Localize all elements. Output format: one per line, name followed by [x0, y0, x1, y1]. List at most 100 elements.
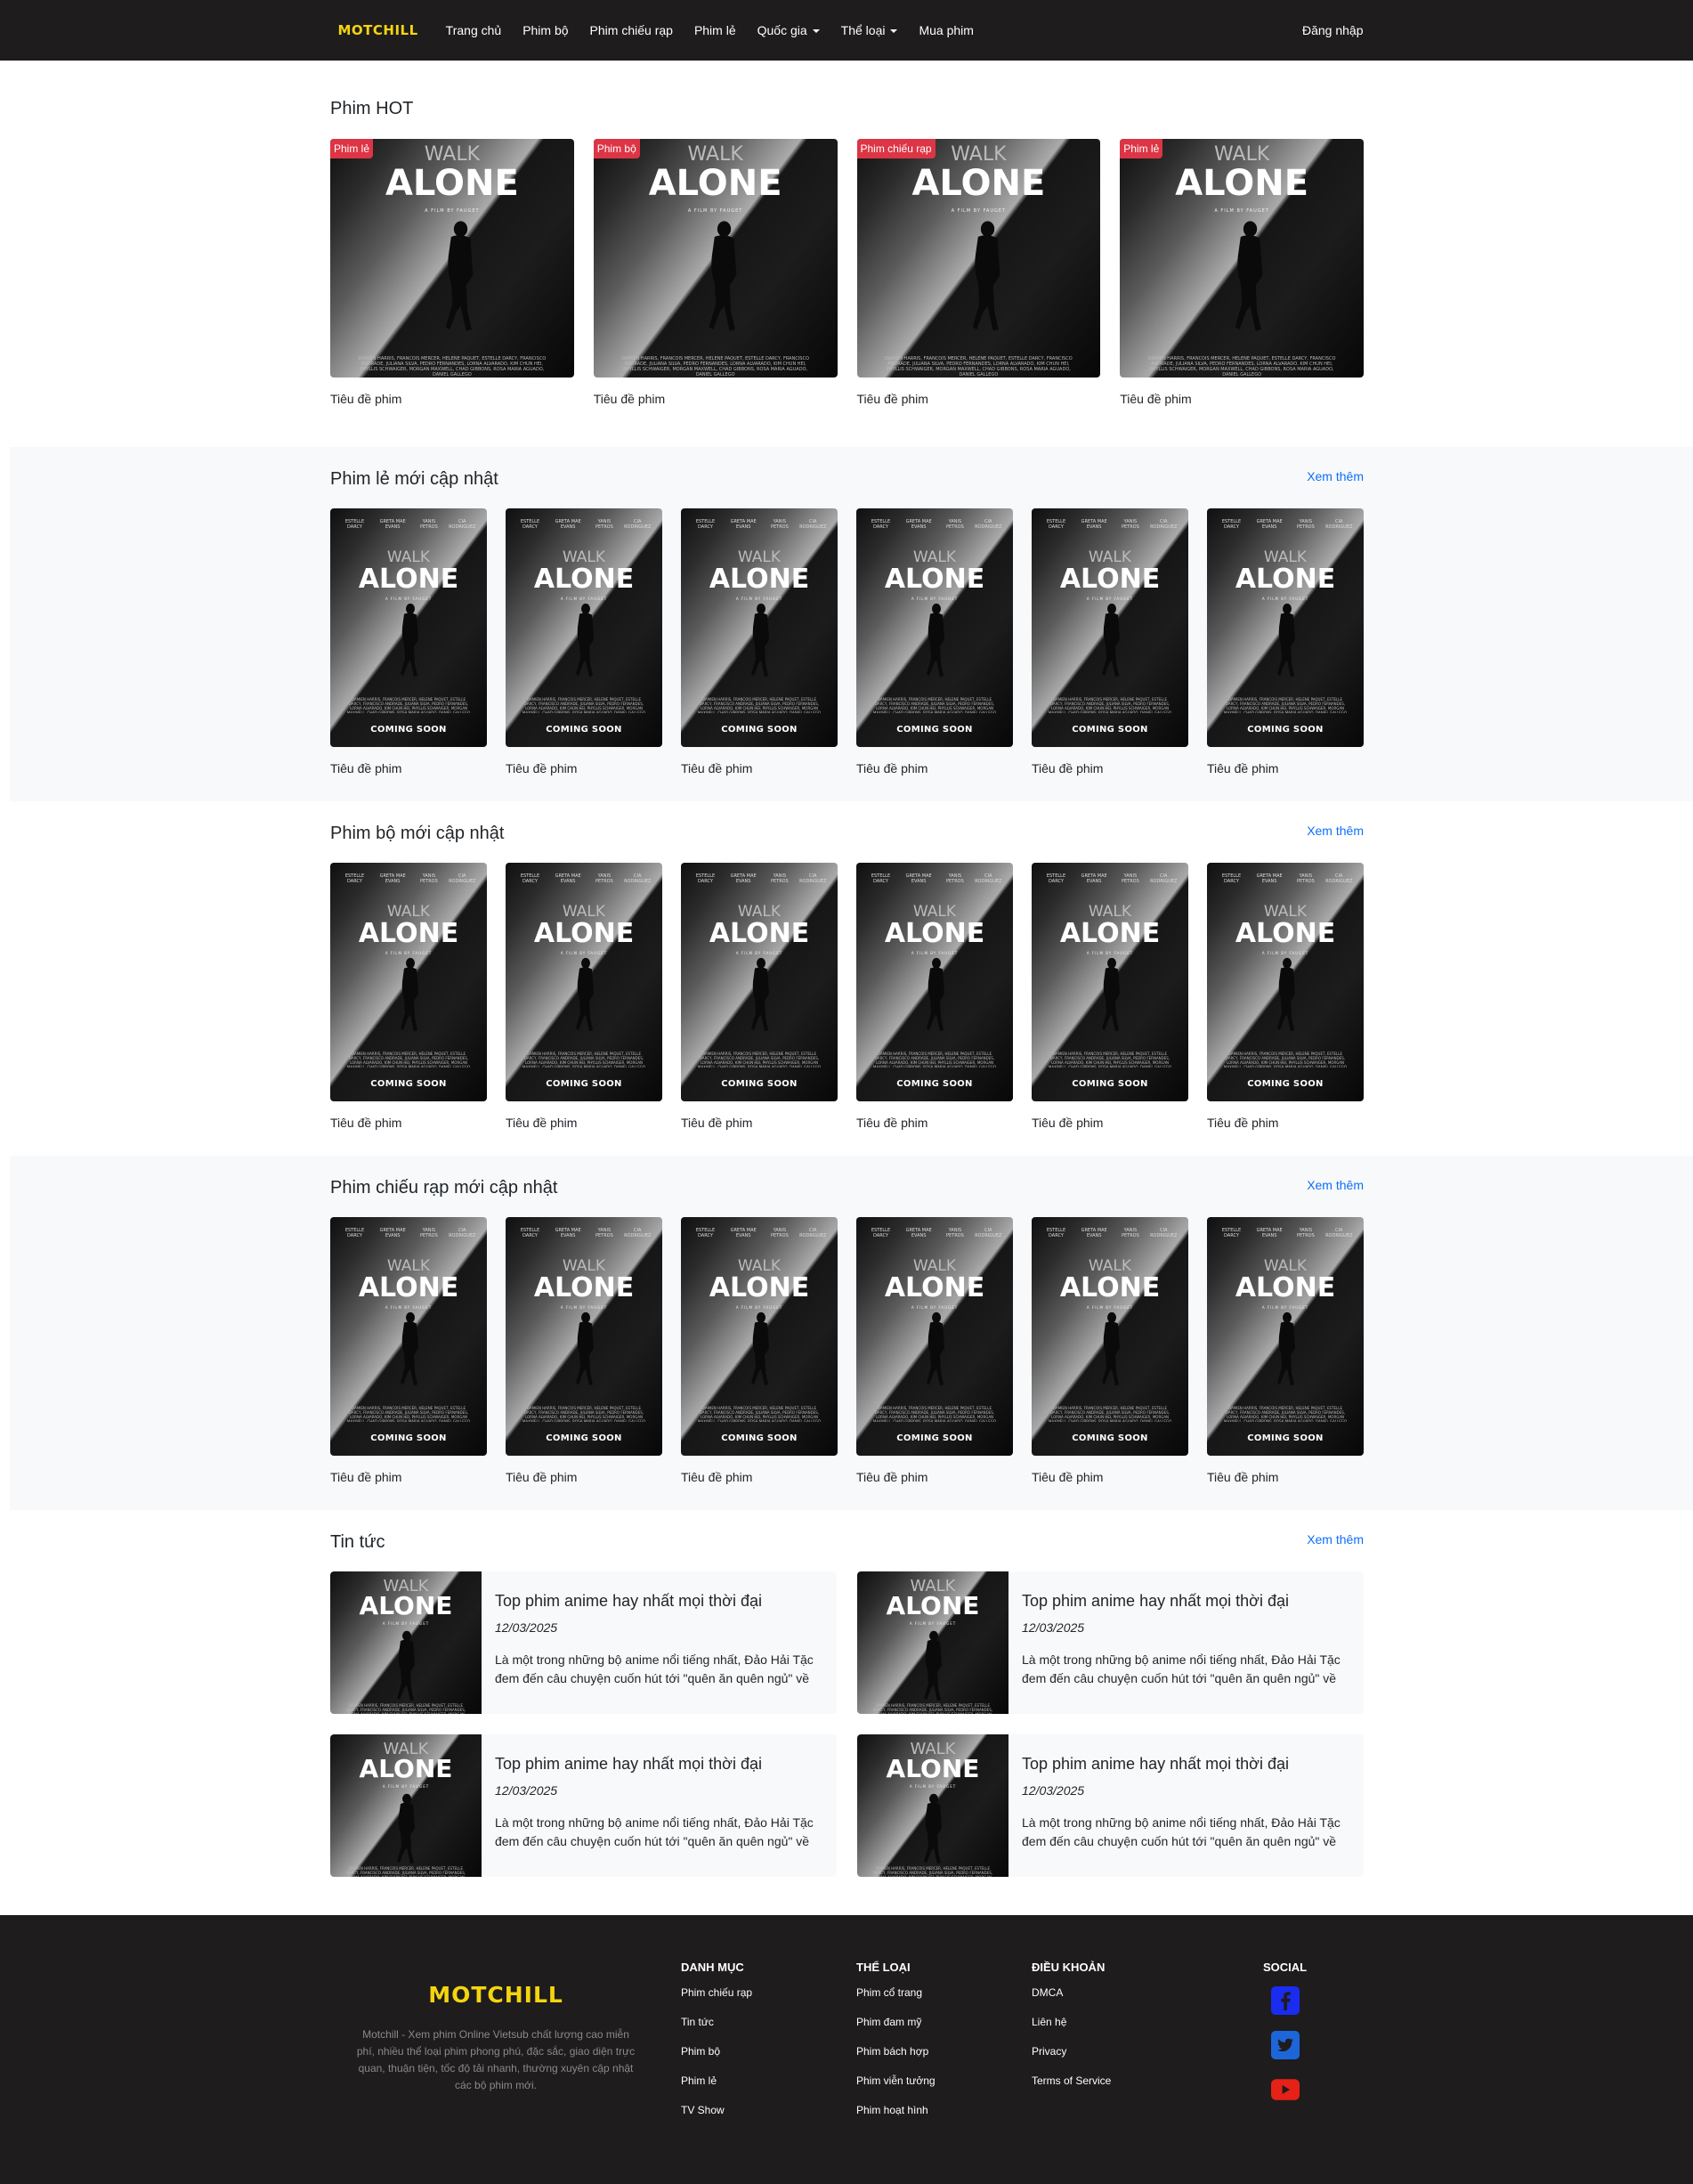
- movie-title[interactable]: Tiêu đề phim: [856, 761, 1013, 775]
- movie-title[interactable]: Tiêu đề phim: [856, 1470, 1013, 1484]
- movie-card[interactable]: ESTELLE DARCY GRETA MAE EVANS YANIS PETROS…: [1207, 863, 1364, 1130]
- footer-link[interactable]: Phim cổ trang: [856, 1986, 936, 2000]
- movie-poster[interactable]: ESTELLE DARCY GRETA MAE EVANS YANIS PETROS…: [1032, 1217, 1188, 1456]
- movie-poster[interactable]: ESTELLE DARCY GRETA MAE EVANS YANIS PETROS…: [856, 508, 1013, 747]
- movie-poster[interactable]: Phim lẻ WALK ALONE A FILM BY FAUGET DAMIEN H…: [1120, 139, 1364, 378]
- movie-poster[interactable]: Phim bộ WALK ALONE A FILM BY FAUGET DAMIEN H…: [593, 139, 838, 378]
- movie-poster[interactable]: ESTELLE DARCY GRETA MAE EVANS YANIS PETROS…: [330, 1217, 487, 1456]
- movie-card[interactable]: Phim lẻ WALK ALONE A FILM BY FAUGET DAMIEN H…: [1120, 139, 1364, 406]
- news-title[interactable]: Top phim anime hay nhất mọi thời đại: [495, 1755, 822, 1774]
- movie-title[interactable]: Tiêu đề phim: [681, 761, 838, 775]
- movie-card[interactable]: Phim lẻ WALK ALONE A FILM BY FAUGET DAMIEN H…: [330, 139, 574, 406]
- movie-poster[interactable]: ESTELLE DARCY GRETA MAE EVANS YANIS PETROS…: [1207, 508, 1364, 747]
- movie-title[interactable]: Tiêu đề phim: [1207, 1470, 1364, 1484]
- movie-poster[interactable]: ESTELLE DARCY GRETA MAE EVANS YANIS PETROS…: [681, 863, 838, 1101]
- see-more-link[interactable]: Xem thêm: [1307, 1178, 1364, 1192]
- footer-link[interactable]: Tin tức: [681, 2016, 752, 2029]
- movie-poster[interactable]: ESTELLE DARCY GRETA MAE EVANS YANIS PETROS…: [1032, 863, 1188, 1101]
- news-card[interactable]: WALK ALONE A FILM BY FAUGET DAMIEN HARRIS, …: [857, 1734, 1364, 1877]
- facebook-icon[interactable]: [1270, 1986, 1300, 2015]
- nav-dropdown-genre[interactable]: Thể loại: [841, 23, 898, 37]
- movie-card[interactable]: ESTELLE DARCY GRETA MAE EVANS YANIS PETROS…: [1207, 508, 1364, 775]
- footer-link[interactable]: Phim đam mỹ: [856, 2016, 936, 2029]
- movie-title[interactable]: Tiêu đề phim: [330, 761, 487, 775]
- movie-title[interactable]: Tiêu đề phim: [506, 1116, 662, 1130]
- movie-card[interactable]: ESTELLE DARCY GRETA MAE EVANS YANIS PETROS…: [1032, 863, 1188, 1130]
- movie-card[interactable]: ESTELLE DARCY GRETA MAE EVANS YANIS PETROS…: [1032, 508, 1188, 775]
- movie-card[interactable]: ESTELLE DARCY GRETA MAE EVANS YANIS PETROS…: [681, 863, 838, 1130]
- movie-card[interactable]: ESTELLE DARCY GRETA MAE EVANS YANIS PETROS…: [330, 863, 487, 1130]
- news-title[interactable]: Top phim anime hay nhất mọi thời đại: [1022, 1755, 1349, 1774]
- news-card[interactable]: WALK ALONE A FILM BY FAUGET DAMIEN HARRIS, …: [330, 1734, 837, 1877]
- movie-poster[interactable]: ESTELLE DARCY GRETA MAE EVANS YANIS PETROS…: [681, 1217, 838, 1456]
- movie-title[interactable]: Tiêu đề phim: [594, 392, 838, 406]
- footer-logo[interactable]: MOTCHILL: [356, 1982, 636, 2008]
- see-more-link[interactable]: Xem thêm: [1307, 1532, 1364, 1547]
- see-more-link[interactable]: Xem thêm: [1307, 824, 1364, 838]
- movie-card[interactable]: ESTELLE DARCY GRETA MAE EVANS YANIS PETROS…: [1032, 1217, 1188, 1484]
- movie-poster[interactable]: ESTELLE DARCY GRETA MAE EVANS YANIS PETROS…: [856, 1217, 1013, 1456]
- nav-link-buy[interactable]: Mua phim: [919, 23, 973, 37]
- movie-poster[interactable]: ESTELLE DARCY GRETA MAE EVANS YANIS PETROS…: [1207, 863, 1364, 1101]
- footer-link[interactable]: Phim bách hợp: [856, 2045, 936, 2058]
- see-more-link[interactable]: Xem thêm: [1307, 469, 1364, 483]
- movie-poster[interactable]: ESTELLE DARCY GRETA MAE EVANS YANIS PETROS…: [1207, 1217, 1364, 1456]
- movie-card[interactable]: Phim bộ WALK ALONE A FILM BY FAUGET DAMIEN H…: [593, 139, 838, 406]
- news-card[interactable]: WALK ALONE A FILM BY FAUGET DAMIEN HARRIS, …: [857, 1571, 1364, 1714]
- nav-dropdown-country[interactable]: Quốc gia: [757, 23, 820, 37]
- footer-link[interactable]: Phim hoạt hình: [856, 2104, 936, 2117]
- news-title[interactable]: Top phim anime hay nhất mọi thời đại: [1022, 1592, 1349, 1611]
- nav-link-series[interactable]: Phim bộ: [522, 23, 568, 37]
- footer-link[interactable]: Phim viễn tưởng: [856, 2074, 936, 2088]
- footer-link[interactable]: Terms of Service: [1032, 2074, 1111, 2088]
- nav-link-home[interactable]: Trang chủ: [446, 23, 502, 37]
- movie-card[interactable]: ESTELLE DARCY GRETA MAE EVANS YANIS PETROS…: [856, 1217, 1013, 1484]
- movie-card[interactable]: ESTELLE DARCY GRETA MAE EVANS YANIS PETROS…: [1207, 1217, 1364, 1484]
- login-link[interactable]: Đăng nhập: [1302, 23, 1364, 37]
- movie-title[interactable]: Tiêu đề phim: [330, 1116, 487, 1130]
- movie-title[interactable]: Tiêu đề phim: [506, 761, 662, 775]
- movie-card[interactable]: ESTELLE DARCY GRETA MAE EVANS YANIS PETROS…: [856, 508, 1013, 775]
- youtube-icon[interactable]: [1270, 2075, 1300, 2104]
- news-title[interactable]: Top phim anime hay nhất mọi thời đại: [495, 1592, 822, 1611]
- movie-title[interactable]: Tiêu đề phim: [1207, 761, 1364, 775]
- movie-poster[interactable]: ESTELLE DARCY GRETA MAE EVANS YANIS PETROS…: [506, 508, 662, 747]
- movie-title[interactable]: Tiêu đề phim: [681, 1116, 838, 1130]
- movie-poster[interactable]: ESTELLE DARCY GRETA MAE EVANS YANIS PETROS…: [681, 508, 838, 747]
- footer-link[interactable]: Phim bộ: [681, 2045, 752, 2058]
- movie-title[interactable]: Tiêu đề phim: [857, 392, 1101, 406]
- movie-title[interactable]: Tiêu đề phim: [1120, 392, 1364, 406]
- nav-link-movies[interactable]: Phim lẻ: [694, 23, 736, 37]
- news-thumbnail[interactable]: WALK ALONE A FILM BY FAUGET DAMIEN HARRIS, …: [857, 1571, 1009, 1714]
- movie-title[interactable]: Tiêu đề phim: [856, 1116, 1013, 1130]
- footer-link[interactable]: Privacy: [1032, 2045, 1111, 2058]
- movie-title[interactable]: Tiêu đề phim: [1207, 1116, 1364, 1130]
- movie-title[interactable]: Tiêu đề phim: [1032, 761, 1188, 775]
- news-thumbnail[interactable]: WALK ALONE A FILM BY FAUGET DAMIEN HARRIS, …: [330, 1571, 482, 1714]
- movie-card[interactable]: ESTELLE DARCY GRETA MAE EVANS YANIS PETROS…: [330, 508, 487, 775]
- footer-link[interactable]: Phim chiếu rạp: [681, 1986, 752, 2000]
- brand-logo[interactable]: MOTCHILL: [338, 22, 418, 38]
- movie-poster[interactable]: ESTELLE DARCY GRETA MAE EVANS YANIS PETROS…: [506, 863, 662, 1101]
- movie-poster[interactable]: Phim lẻ WALK ALONE A FILM BY FAUGET DAMIEN H…: [330, 139, 574, 378]
- movie-title[interactable]: Tiêu đề phim: [506, 1470, 662, 1484]
- movie-card[interactable]: ESTELLE DARCY GRETA MAE EVANS YANIS PETROS…: [506, 508, 662, 775]
- movie-title[interactable]: Tiêu đề phim: [330, 392, 574, 406]
- movie-card[interactable]: Phim chiếu rạp WALK ALONE A FILM BY FAUGET D…: [856, 139, 1101, 406]
- movie-poster[interactable]: ESTELLE DARCY GRETA MAE EVANS YANIS PETROS…: [856, 863, 1013, 1101]
- movie-card[interactable]: ESTELLE DARCY GRETA MAE EVANS YANIS PETROS…: [856, 863, 1013, 1130]
- movie-title[interactable]: Tiêu đề phim: [681, 1470, 838, 1484]
- movie-poster[interactable]: ESTELLE DARCY GRETA MAE EVANS YANIS PETROS…: [330, 863, 487, 1101]
- footer-link[interactable]: Liên hệ: [1032, 2016, 1111, 2029]
- movie-card[interactable]: ESTELLE DARCY GRETA MAE EVANS YANIS PETROS…: [330, 1217, 487, 1484]
- twitter-icon[interactable]: [1270, 2031, 1300, 2059]
- movie-title[interactable]: Tiêu đề phim: [330, 1470, 487, 1484]
- movie-poster[interactable]: Phim chiếu rạp WALK ALONE A FILM BY FAUGET D…: [856, 139, 1101, 378]
- movie-poster[interactable]: ESTELLE DARCY GRETA MAE EVANS YANIS PETROS…: [1032, 508, 1188, 747]
- footer-link[interactable]: DMCA: [1032, 1986, 1111, 2000]
- movie-card[interactable]: ESTELLE DARCY GRETA MAE EVANS YANIS PETROS…: [681, 1217, 838, 1484]
- movie-card[interactable]: ESTELLE DARCY GRETA MAE EVANS YANIS PETROS…: [681, 508, 838, 775]
- news-thumbnail[interactable]: WALK ALONE A FILM BY FAUGET DAMIEN HARRIS, …: [330, 1734, 482, 1877]
- movie-card[interactable]: ESTELLE DARCY GRETA MAE EVANS YANIS PETROS…: [506, 863, 662, 1130]
- movie-title[interactable]: Tiêu đề phim: [1032, 1116, 1188, 1130]
